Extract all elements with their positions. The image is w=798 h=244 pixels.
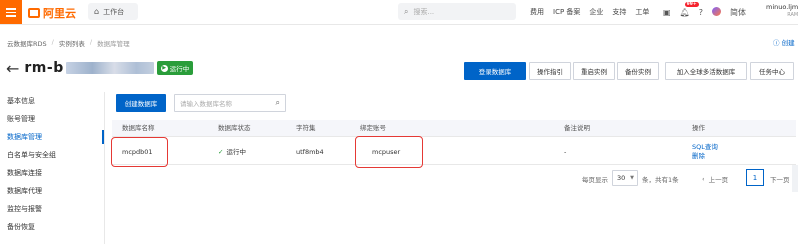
instance-name: rm-b <box>24 60 64 76</box>
page-title-row: ← rm-b ▶ 运行中 <box>6 57 194 79</box>
sidebar-nav: 基本信息 账号管理 数据库管理 白名单与安全组 数据库连接 数据库代理 监控与报… <box>0 92 104 236</box>
home-icon: ⌂ <box>94 7 100 16</box>
help-icon[interactable]: ? <box>699 8 703 17</box>
logo-mark-icon <box>28 8 40 18</box>
column-remark: 备注说明 <box>564 124 590 132</box>
breadcrumb-current: 数据库管理 <box>97 40 130 48</box>
prev-page-button[interactable]: ‹ 上一页 <box>702 171 728 187</box>
highlight-account <box>355 136 423 168</box>
nav-ticket[interactable]: 工单 <box>635 7 649 17</box>
next-page-button[interactable]: 下一页 <box>770 171 790 187</box>
question-circle-icon: ⓘ <box>773 39 780 47</box>
nav-billing[interactable]: 费用 <box>530 7 544 17</box>
sql-query-link[interactable]: SQL查询 <box>692 143 718 152</box>
redacted-instance-id <box>65 62 154 74</box>
global-search-input[interactable]: ⌕ 搜索... <box>398 3 516 20</box>
sidebar-item-databases[interactable]: 数据库管理 <box>0 128 104 146</box>
page-size-select[interactable]: 30 ▼ <box>612 170 638 186</box>
restart-instance-button[interactable]: 重启实例 <box>573 62 615 80</box>
sidebar-item-connection[interactable]: 数据库连接 <box>0 164 104 182</box>
notification-badge: 99+ <box>684 1 699 7</box>
column-account: 绑定账号 <box>360 124 386 132</box>
search-icon[interactable]: ⌕ <box>276 98 280 108</box>
status-badge-label: 运行中 <box>169 65 190 73</box>
highlight-db-name <box>111 137 168 167</box>
top-icons: ▣ 🔔︎ 99+ ? 简体 <box>663 0 755 24</box>
search-placeholder: 搜索... <box>413 7 435 16</box>
user-role: RAM <box>787 12 798 18</box>
chevron-down-icon: ▼ <box>630 175 634 181</box>
top-nav-links: 费用 ICP 备案 企业 支持 工单 <box>530 0 658 24</box>
user-account[interactable]: minuo.ljm RAM <box>766 3 798 19</box>
page-size-value: 30 <box>617 174 626 182</box>
bell-icon[interactable]: 🔔︎ 99+ <box>680 1 699 17</box>
top-navigation-bar: 阿里云 ⌂ 工作台 ⌕ 搜索... 费用 ICP 备案 企业 支持 工单 ▣ 🔔… <box>0 0 798 25</box>
create-database-button[interactable]: 创建数据库 <box>116 94 166 112</box>
page-number-current[interactable]: 1 <box>746 169 764 186</box>
language-switch[interactable]: 简体 <box>730 7 746 18</box>
breadcrumb-instances[interactable]: 实例列表 <box>59 38 85 48</box>
menu-icon[interactable] <box>0 0 22 24</box>
search-icon: ⌕ <box>404 6 409 16</box>
column-charset: 字符集 <box>296 124 316 132</box>
help-link-label: 创建 <box>781 39 795 47</box>
logo-text: 阿里云 <box>43 7 76 20</box>
sidebar-divider <box>104 92 105 244</box>
breadcrumb-separator: / <box>89 38 93 46</box>
sidebar-item-accounts[interactable]: 账号管理 <box>0 110 104 128</box>
delete-link[interactable]: 删除 <box>692 152 718 161</box>
nav-support[interactable]: 支持 <box>612 7 626 17</box>
task-center-button[interactable]: 任务中心 <box>750 62 794 80</box>
nav-icp[interactable]: ICP 备案 <box>553 7 580 17</box>
help-link[interactable]: ⓘ 创建 <box>773 37 795 47</box>
breadcrumb-separator: / <box>51 38 54 46</box>
status-badge: ▶ 运行中 <box>156 61 194 75</box>
check-icon: ✓ <box>218 148 224 156</box>
aliyun-logo[interactable]: 阿里云 <box>28 5 76 21</box>
breadcrumb-rds[interactable]: 云数据库RDS <box>7 38 47 48</box>
total-count: 条，共有1条 <box>642 176 679 184</box>
login-database-button[interactable]: 登录数据库 <box>464 62 526 80</box>
workbench-label: 工作台 <box>103 7 125 16</box>
prev-page-label: 上一页 <box>708 176 729 184</box>
avatar-icon[interactable] <box>711 6 721 18</box>
database-search-placeholder: 请输入数据库名称 <box>180 100 232 108</box>
nav-enterprise[interactable]: 企业 <box>589 7 603 17</box>
table-header: 数据库名称 数据库状态 字符集 绑定账号 备注说明 操作 <box>112 120 796 137</box>
charset-cell: utf8mb4 <box>296 148 324 156</box>
play-icon: ▶ <box>160 64 168 72</box>
column-actions: 操作 <box>692 124 705 132</box>
table-row: mcpdb01 ✓ 运行中 utf8mb4 mcpuser - SQL查询 删除 <box>112 140 796 165</box>
screen-icon[interactable]: ▣ <box>663 8 671 17</box>
sidebar-item-basic-info[interactable]: 基本信息 <box>0 92 104 110</box>
sidebar-item-backup[interactable]: 备份恢复 <box>0 218 104 236</box>
db-status-text: 运行中 <box>226 148 246 156</box>
back-arrow-icon[interactable]: ← <box>6 59 19 78</box>
breadcrumb: 云数据库RDS / 实例列表 / 数据库管理 <box>7 38 130 48</box>
column-db-name: 数据库名称 <box>122 124 155 132</box>
db-status-cell: ✓ 运行中 <box>218 140 246 164</box>
user-name: minuo.ljm <box>766 3 798 11</box>
backup-instance-button[interactable]: 备份实例 <box>617 62 659 80</box>
chevron-left-icon: ‹ <box>702 175 705 183</box>
workbench-button[interactable]: ⌂ 工作台 <box>88 3 138 20</box>
sidebar-item-whitelist[interactable]: 白名单与安全组 <box>0 146 104 164</box>
remark-cell: - <box>564 148 567 156</box>
scroll-edge <box>792 165 798 192</box>
operation-guide-button[interactable]: 操作指引 <box>529 62 571 80</box>
join-global-database-button[interactable]: 加入全球多活数据库 <box>665 62 747 80</box>
sidebar-item-monitoring[interactable]: 监控与报警 <box>0 200 104 218</box>
sidebar-item-proxy[interactable]: 数据库代理 <box>0 182 104 200</box>
column-db-status: 数据库状态 <box>218 124 251 132</box>
row-actions: SQL查询 删除 <box>692 143 718 161</box>
database-search-input[interactable]: 请输入数据库名称 ⌕ <box>174 94 286 112</box>
per-page-label: 每页显示 <box>582 176 608 184</box>
